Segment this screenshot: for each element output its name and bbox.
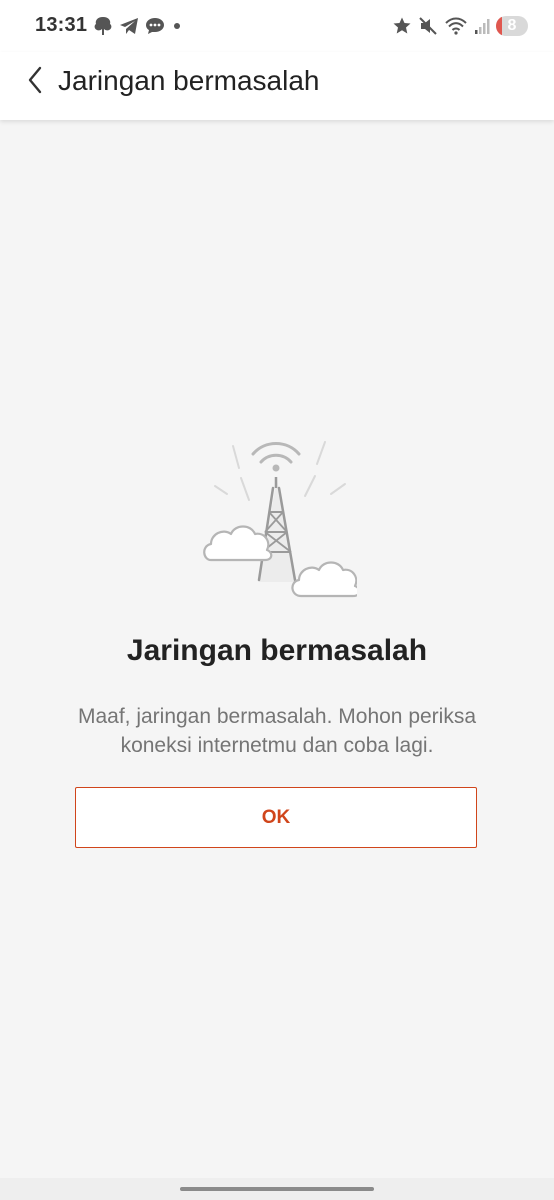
home-indicator[interactable] [180,1187,374,1191]
status-bar: 13:31 8 [0,0,554,52]
battery-fill [496,16,502,36]
app-header: Jaringan bermasalah [0,52,554,120]
ok-button-label: OK [261,806,291,828]
battery-indicator: 8 [496,16,528,36]
mute-icon [418,16,438,36]
dot-icon [170,15,184,37]
tree-notification-icon [92,15,114,37]
page-title: Jaringan bermasalah [58,65,320,96]
error-title: Jaringan bermasalah [126,634,428,667]
system-icons: 8 [392,14,528,38]
signal-tower-icon [197,432,361,602]
battery-level: 8 [507,17,517,34]
system-nav-bar [0,1178,554,1200]
ok-button[interactable]: OK [75,787,477,848]
notification-icons [92,14,184,38]
message-icon [144,15,166,37]
status-time: 13:31 [35,14,88,36]
star-icon [392,16,412,36]
chevron-left-icon [26,65,46,100]
wifi-icon [444,16,468,36]
signal-icon [474,16,490,36]
telegram-icon [118,15,140,37]
error-message: Maaf, jaringan bermasalah. Mohon periksa… [77,705,477,757]
back-button[interactable] [18,62,54,102]
